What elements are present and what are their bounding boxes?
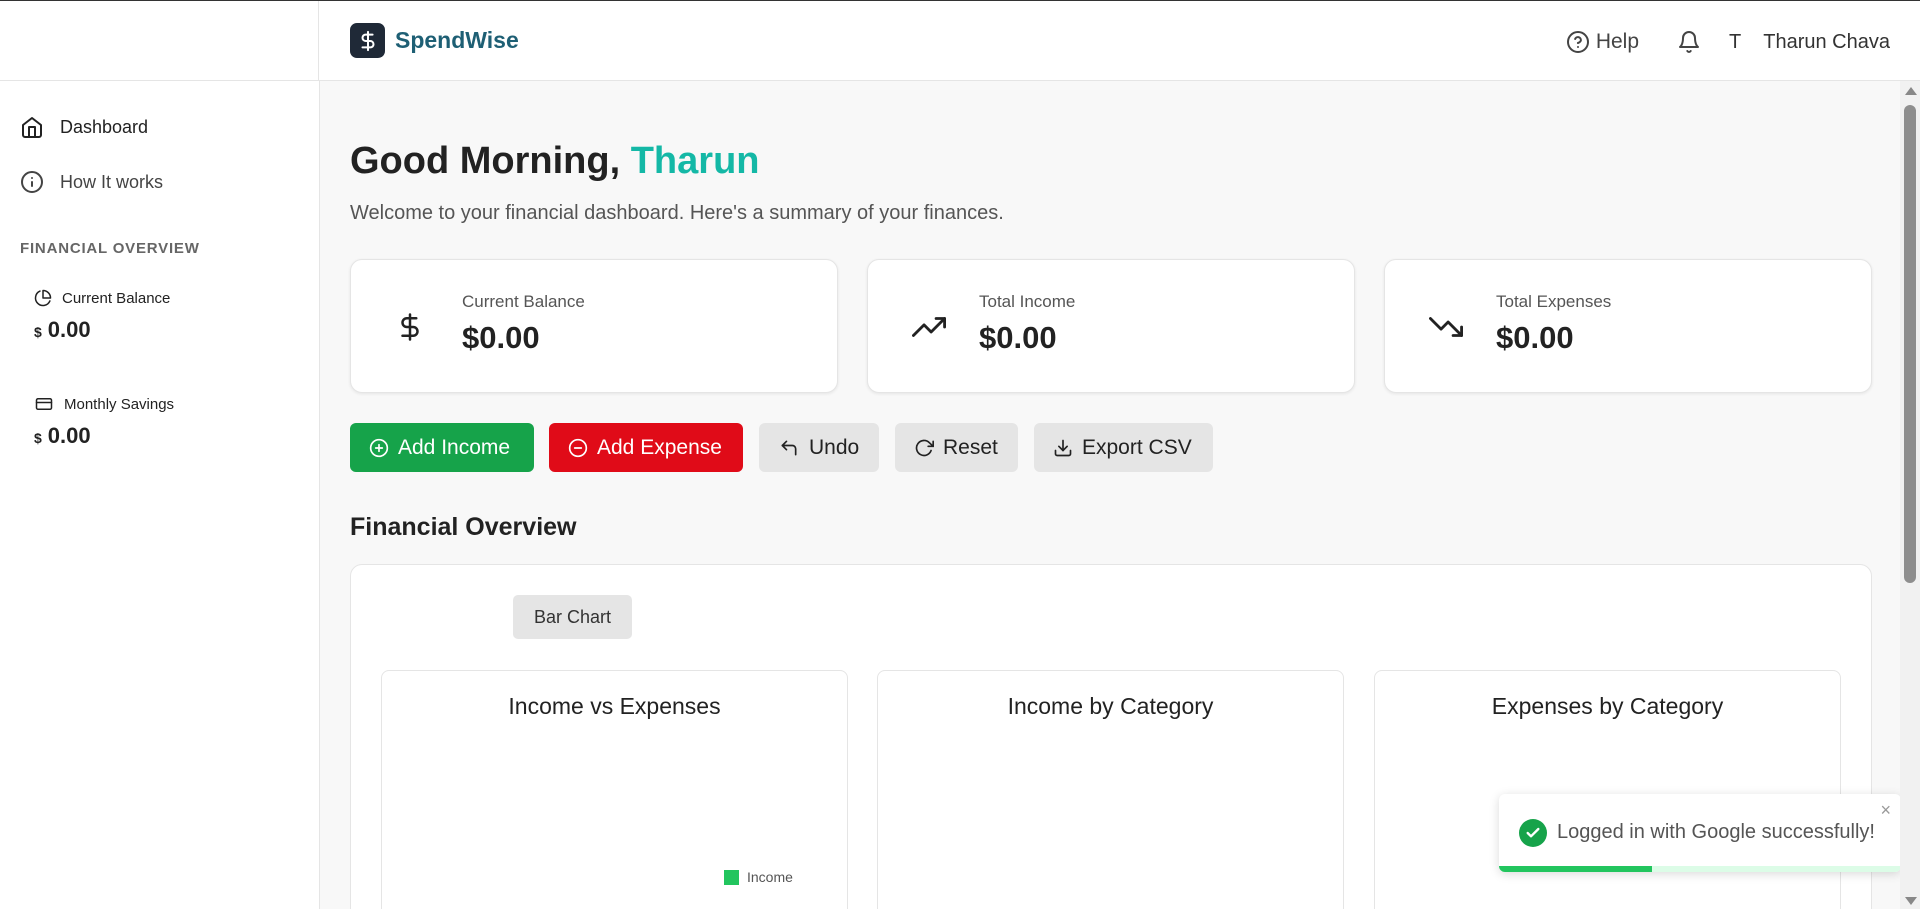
info-icon	[20, 170, 44, 194]
scrollbar-thumb[interactable]	[1904, 105, 1916, 583]
monthly-savings-label: Monthly Savings	[64, 395, 175, 413]
total-expenses-card: Total Expenses $0.00	[1384, 259, 1872, 393]
scroll-up-arrow-icon[interactable]	[1905, 87, 1917, 95]
total-income-card: Total Income $0.00	[867, 259, 1355, 393]
dollar-logo-icon	[350, 23, 385, 58]
top-header: SpendWise Help T Tharun Chava	[0, 0, 1920, 81]
brand[interactable]: SpendWise	[350, 23, 519, 58]
add-income-label: Add Income	[398, 435, 511, 459]
scroll-down-arrow-icon[interactable]	[1905, 897, 1917, 905]
notifications-button[interactable]	[1677, 30, 1701, 54]
currency-symbol: $	[34, 324, 42, 340]
chart-title: Expenses by Category	[1491, 693, 1724, 719]
sidebar-current-balance: Current Balance $ 0.00	[34, 289, 170, 343]
financial-overview-title: Financial Overview	[350, 513, 577, 541]
help-label: Help	[1595, 30, 1640, 53]
sidebar-item-label: How It works	[60, 171, 164, 192]
income-by-category-chart: Income by Category	[877, 670, 1344, 909]
help-button[interactable]: Help	[1566, 30, 1639, 54]
toast-notification: Logged in with Google successfully! ×	[1499, 794, 1901, 872]
scrollbar[interactable]	[1900, 81, 1920, 909]
card-label: Total Expenses	[1496, 292, 1612, 311]
credit-card-icon	[34, 395, 54, 413]
sidebar-section-title: FINANCIAL OVERVIEW	[20, 240, 200, 257]
refresh-icon	[914, 438, 934, 458]
chart-title: Income vs Expenses	[508, 693, 721, 719]
toast-progress-track	[1499, 866, 1901, 872]
add-income-button[interactable]: Add Income	[350, 423, 534, 472]
undo-label: Undo	[809, 435, 860, 459]
monthly-savings-value: 0.00	[47, 423, 91, 448]
trending-down-icon	[1429, 310, 1463, 344]
undo-icon	[778, 438, 800, 458]
greeting-prefix: Good Morning,	[350, 140, 621, 182]
toast-message: Logged in with Google successfully!	[1557, 821, 1875, 843]
user-name[interactable]: Tharun Chava	[1763, 31, 1890, 54]
download-icon	[1053, 438, 1073, 458]
reset-label: Reset	[943, 435, 998, 459]
undo-button[interactable]: Undo	[759, 423, 879, 472]
current-balance-value: 0.00	[47, 317, 91, 342]
pie-chart-icon	[34, 289, 52, 307]
brand-name: SpendWise	[395, 27, 519, 53]
add-expense-button[interactable]: Add Expense	[549, 423, 743, 472]
bar-chart-toggle[interactable]: Bar Chart	[513, 595, 632, 639]
page-subtitle: Welcome to your financial dashboard. Her…	[350, 202, 1004, 224]
sidebar-item-how-it-works[interactable]: How It works	[20, 170, 163, 194]
avatar[interactable]: T	[1729, 31, 1741, 54]
currency-symbol: $	[34, 430, 42, 446]
legend-label: Income	[747, 869, 793, 885]
close-icon[interactable]: ×	[1880, 800, 1891, 821]
chart-title: Income by Category	[1007, 693, 1214, 719]
help-circle-icon	[1566, 30, 1590, 54]
dollar-icon	[395, 310, 425, 344]
add-expense-label: Add Expense	[597, 435, 722, 459]
card-value: $0.00	[462, 320, 540, 355]
sidebar-item-label: Dashboard	[60, 116, 149, 137]
minus-circle-icon	[568, 438, 588, 458]
current-balance-label: Current Balance	[62, 289, 171, 307]
card-value: $0.00	[1496, 320, 1574, 355]
trending-up-icon	[912, 310, 946, 344]
sidebar-monthly-savings: Monthly Savings $ 0.00	[34, 395, 174, 449]
card-label: Current Balance	[462, 292, 585, 311]
current-balance-card: Current Balance $0.00	[350, 259, 838, 393]
card-label: Total Income	[979, 292, 1076, 311]
plus-circle-icon	[369, 438, 389, 458]
card-value: $0.00	[979, 320, 1057, 355]
toast-progress-fill	[1499, 866, 1652, 872]
header-sidebar-spacer	[0, 1, 319, 81]
bell-icon	[1677, 30, 1701, 54]
sidebar-item-dashboard[interactable]: Dashboard	[20, 115, 148, 139]
page-title: Good Morning, Tharun	[350, 140, 760, 183]
export-csv-label: Export CSV	[1082, 435, 1192, 459]
check-circle-icon	[1519, 819, 1547, 847]
legend-swatch-income	[724, 869, 739, 885]
home-icon	[20, 115, 44, 139]
export-csv-button[interactable]: Export CSV	[1034, 423, 1213, 472]
sidebar: Dashboard How It works FINANCIAL OVERVIE…	[0, 81, 320, 909]
greeting-name: Tharun	[630, 140, 760, 182]
expenses-by-category-chart: Expenses by Category	[1374, 670, 1841, 909]
reset-button[interactable]: Reset	[895, 423, 1018, 472]
header-actions: Help T Tharun Chava	[1566, 25, 1890, 59]
chart-legend[interactable]: Income	[724, 869, 793, 885]
